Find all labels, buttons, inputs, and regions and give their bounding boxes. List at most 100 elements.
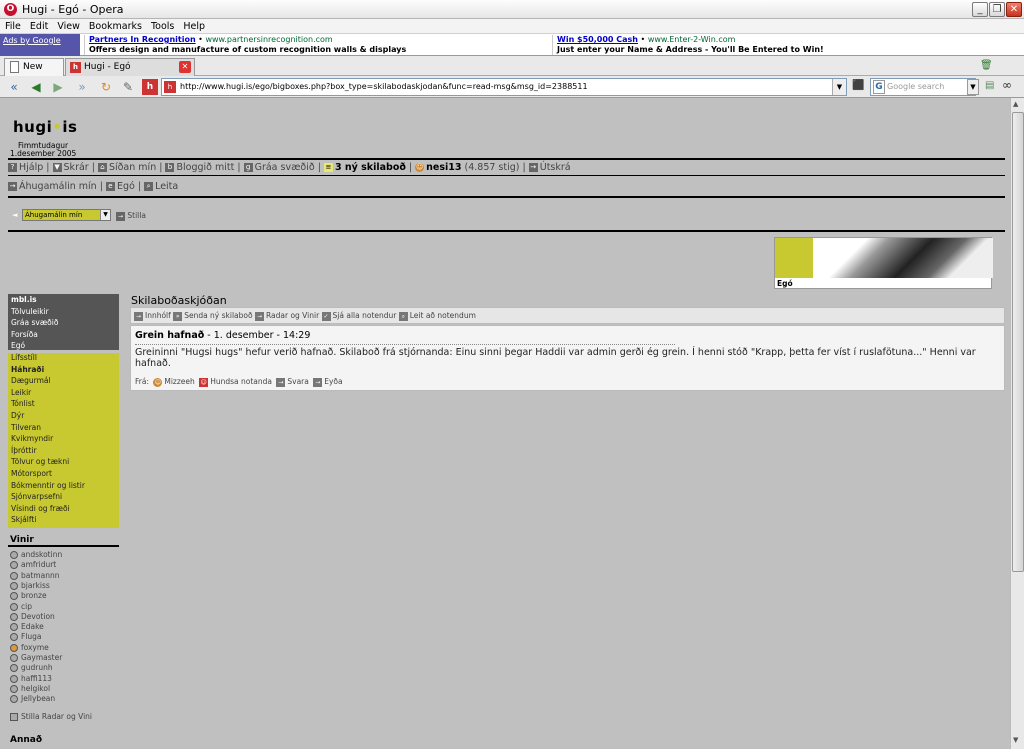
radar-link[interactable]: Radar og Vinir bbox=[266, 311, 319, 320]
ad-1[interactable]: Partners In Recognition • www.partnersin… bbox=[84, 35, 406, 55]
minimize-button[interactable]: _ bbox=[972, 2, 988, 17]
all-users-link[interactable]: Sjá alla notendur bbox=[333, 311, 397, 320]
friend-item[interactable]: haffi113 bbox=[10, 674, 52, 683]
interests-icon: → bbox=[8, 182, 17, 191]
sidebar-category-item[interactable]: Háhraði bbox=[8, 365, 119, 377]
tab-close-icon[interactable]: ✕ bbox=[179, 61, 191, 73]
reply-icon: → bbox=[276, 377, 286, 387]
sidebar-category-item[interactable]: Tilveran bbox=[8, 423, 119, 435]
address-dropdown-icon[interactable]: ▼ bbox=[832, 79, 846, 95]
ads-by-google-link[interactable]: Ads by Google bbox=[0, 34, 80, 56]
sidebar-category-item[interactable]: Sjónvarpsefni bbox=[8, 492, 119, 504]
mypage-link[interactable]: Síðan mín bbox=[109, 162, 156, 173]
menu-tools[interactable]: Tools bbox=[146, 20, 178, 32]
hugi-home-icon[interactable]: h bbox=[142, 79, 158, 95]
friend-item[interactable]: andskotinn bbox=[10, 550, 62, 559]
ego-link[interactable]: Egó bbox=[117, 181, 135, 192]
files-link[interactable]: Skrár bbox=[64, 162, 89, 173]
sidebar-item-tolvuleikir[interactable]: Tölvuleikir bbox=[8, 306, 119, 318]
forward-icon[interactable]: ▶ bbox=[50, 79, 66, 95]
vertical-scrollbar[interactable]: ▲ ▼ bbox=[1010, 98, 1024, 749]
user-search-link[interactable]: Leit að notendum bbox=[410, 311, 476, 320]
sidebar-category-item[interactable]: Íþróttir bbox=[8, 446, 119, 458]
ad-2-title[interactable]: Win $50,000 Cash bbox=[557, 35, 638, 44]
friend-item[interactable]: bronze bbox=[10, 591, 47, 601]
friend-item[interactable]: bjarkiss bbox=[10, 581, 50, 590]
menu-view[interactable]: View bbox=[52, 20, 84, 32]
grey-area-icon: g bbox=[243, 163, 253, 172]
sender-link[interactable]: Mizzeeh bbox=[164, 377, 194, 386]
grey-area-link[interactable]: Gráa svæðið bbox=[255, 162, 315, 173]
sidebar-item-mbl[interactable]: mbl.is bbox=[8, 294, 119, 306]
interests-link[interactable]: Áhugamálin mín bbox=[19, 181, 97, 192]
search-dropdown-icon[interactable]: ▼ bbox=[967, 79, 979, 95]
rewind-icon[interactable]: « bbox=[6, 79, 22, 95]
apply-button[interactable]: → Stilla bbox=[116, 211, 146, 221]
search-field[interactable]: G Google search bbox=[870, 78, 976, 96]
menu-help[interactable]: Help bbox=[178, 20, 209, 32]
sidebar-category-item[interactable]: Dýr bbox=[8, 411, 119, 423]
trash-icon[interactable]: 🗑 bbox=[980, 60, 993, 71]
sidebar-item-ego[interactable]: Egó bbox=[8, 340, 119, 352]
friend-item[interactable]: amfridurt bbox=[10, 560, 56, 570]
friend-item[interactable]: foxyme bbox=[10, 643, 49, 652]
menu-file[interactable]: File bbox=[0, 20, 25, 32]
sidebar-category-item[interactable]: Lífsstíll bbox=[8, 353, 119, 365]
friend-item[interactable]: cip bbox=[10, 602, 32, 611]
messages-link[interactable]: 3 ný skilaboð bbox=[335, 162, 406, 173]
binoculars-icon[interactable]: ∞ bbox=[1002, 78, 1012, 92]
scroll-thumb[interactable] bbox=[1012, 112, 1024, 572]
friend-item[interactable]: Devotion bbox=[10, 612, 55, 621]
hugi-logo[interactable]: hugi•is bbox=[13, 118, 77, 136]
friend-item[interactable]: gudrunh bbox=[10, 663, 53, 673]
send-message-link[interactable]: Senda ný skilaboð bbox=[184, 311, 252, 320]
friend-item[interactable]: Gaymaster bbox=[10, 653, 62, 662]
sidebar-category-item[interactable]: Mótorsport bbox=[8, 469, 119, 481]
sidebar-item-forsida[interactable]: Forsíða bbox=[8, 329, 119, 341]
sidebar-category-item[interactable]: Skjálfti bbox=[8, 515, 119, 527]
notes-icon[interactable]: ▤ bbox=[985, 80, 994, 91]
sidebar-category-item[interactable]: Leikir bbox=[8, 388, 119, 400]
sidebar-category-item[interactable]: Bókmenntir og listir bbox=[8, 481, 119, 493]
ad-2[interactable]: Win $50,000 Cash • www.Enter-2-Win.com J… bbox=[552, 35, 824, 55]
inbox-link[interactable]: Innhólf bbox=[145, 311, 171, 320]
help-link[interactable]: Hjálp bbox=[19, 162, 43, 173]
delete-link[interactable]: Eyða bbox=[324, 377, 342, 386]
message-header: Grein hafnað - 1. desember - 14:29 bbox=[135, 330, 310, 341]
friend-item[interactable]: Edake bbox=[10, 622, 44, 632]
interests-select[interactable]: Áhugamálin mín ▼ bbox=[22, 209, 111, 221]
sidebar-category-item[interactable]: Tölvur og tækni bbox=[8, 457, 119, 469]
back-icon[interactable]: ◀ bbox=[28, 79, 44, 95]
reply-link[interactable]: Svara bbox=[287, 377, 308, 386]
maximize-button[interactable]: ❐ bbox=[989, 2, 1005, 17]
friend-item[interactable]: batmannn bbox=[10, 571, 59, 580]
scroll-up-icon[interactable]: ▲ bbox=[1013, 100, 1018, 108]
search-link[interactable]: Leita bbox=[155, 181, 178, 192]
friend-item[interactable]: Fluga bbox=[10, 632, 42, 642]
sidebar-item-graa-svaedid[interactable]: Gráa svæðið bbox=[8, 317, 119, 329]
fast-forward-icon[interactable]: » bbox=[74, 79, 90, 95]
user-link[interactable]: nesi13 bbox=[426, 162, 461, 173]
blog-link[interactable]: Bloggið mitt bbox=[176, 162, 234, 173]
sidebar-category-item[interactable]: Vísindi og fræði bbox=[8, 504, 119, 516]
menu-edit[interactable]: Edit bbox=[25, 20, 52, 32]
sidebar-category-item[interactable]: Dægurmál bbox=[8, 376, 119, 388]
friend-item[interactable]: helgikol bbox=[10, 684, 50, 693]
ignore-user-link[interactable]: Hundsa notanda bbox=[210, 377, 272, 386]
reload-icon[interactable]: ↻ bbox=[98, 79, 114, 95]
feed-icon[interactable]: ⬛ bbox=[852, 80, 864, 91]
close-button[interactable]: ✕ bbox=[1006, 2, 1022, 17]
address-field[interactable]: h http://www.hugi.is/ego/bigboxes.php?bo… bbox=[161, 78, 847, 96]
menu-bookmarks[interactable]: Bookmarks bbox=[84, 20, 146, 32]
friend-name: helgikol bbox=[21, 683, 51, 693]
sidebar-category-item[interactable]: Tónlist bbox=[8, 399, 119, 411]
ad-1-title[interactable]: Partners In Recognition bbox=[89, 35, 196, 44]
friend-item[interactable]: Jellybean bbox=[10, 694, 55, 704]
logout-link[interactable]: Útskrá bbox=[540, 162, 571, 173]
sidebar-category-item[interactable]: Kvikmyndir bbox=[8, 434, 119, 446]
scroll-down-icon[interactable]: ▼ bbox=[1013, 736, 1018, 744]
friends-settings-link[interactable]: Stilla Radar og Vini bbox=[10, 712, 92, 721]
tab-hugi-ego[interactable]: h Hugi - Egó ✕ bbox=[65, 58, 195, 76]
tab-new-page[interactable]: New page bbox=[4, 58, 64, 88]
edit-icon[interactable]: ✎ bbox=[120, 79, 136, 95]
